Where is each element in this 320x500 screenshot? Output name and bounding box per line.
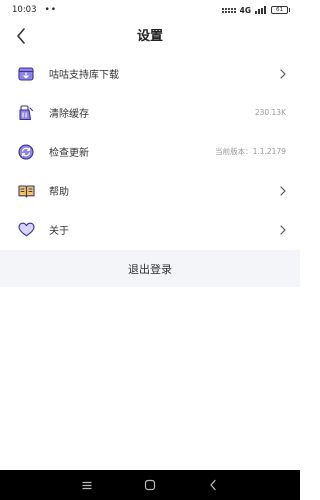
notification-dots: •• [44, 5, 58, 15]
logout-button[interactable]: 退出登录 [0, 250, 300, 287]
setting-row-clear-cache[interactable]: 清除缓存 230.13K [0, 93, 300, 132]
cache-size-value: 230.13K [254, 108, 286, 117]
header-bar: 设置 [0, 20, 300, 54]
update-icon [17, 143, 35, 161]
status-time: 10:03 [12, 5, 37, 15]
home-icon[interactable] [143, 478, 157, 492]
back-chevron-icon [17, 28, 25, 44]
setting-row-about[interactable]: 关于 [0, 210, 300, 249]
setting-label: 关于 [49, 226, 69, 237]
chevron-right-icon [278, 224, 288, 236]
setting-label: 清除缓存 [49, 109, 89, 120]
book-icon [17, 182, 35, 200]
setting-row-download[interactable]: 咕咕支持库下载 [0, 54, 300, 93]
setting-label: 咕咕支持库下载 [49, 70, 119, 81]
back-button[interactable] [12, 26, 30, 46]
clear-cache-icon [17, 104, 35, 122]
setting-row-help[interactable]: 帮助 [0, 171, 300, 210]
signal-bars-icon [255, 6, 266, 14]
menu-icon[interactable] [80, 478, 94, 492]
status-bar: 10:03 •• 4G 61 [0, 0, 300, 20]
page-title: 设置 [136, 29, 163, 44]
settings-list: 咕咕支持库下载 清除缓存 230.13K 检查更新 当前版本：1.1.2179 … [0, 54, 300, 249]
network-type: 4G [239, 5, 251, 15]
battery-level: 61 [271, 6, 288, 14]
setting-label: 帮助 [49, 187, 69, 198]
logout-label: 退出登录 [128, 262, 172, 276]
setting-row-check-update[interactable]: 检查更新 当前版本：1.1.2179 [0, 132, 300, 171]
heart-icon [17, 221, 35, 239]
signal-dots-icon [221, 7, 236, 13]
battery-icon: 61 [271, 6, 290, 14]
chevron-right-icon [278, 68, 288, 80]
chevron-right-icon [278, 185, 288, 197]
back-icon[interactable] [206, 478, 220, 492]
download-box-icon [17, 65, 35, 83]
system-nav-bar [0, 470, 300, 500]
version-value: 当前版本：1.1.2179 [215, 147, 286, 156]
setting-label: 检查更新 [49, 148, 89, 159]
